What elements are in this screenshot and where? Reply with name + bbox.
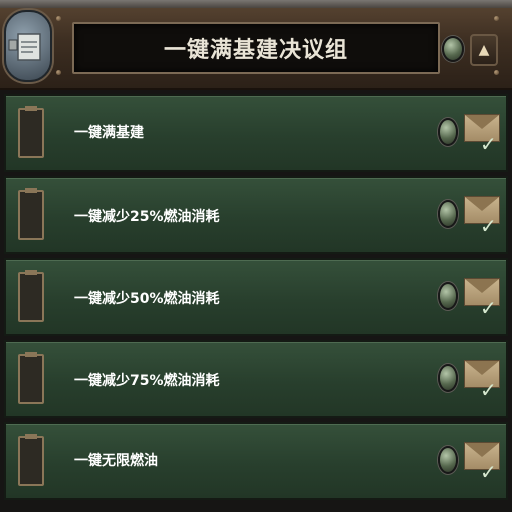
green-status-dot [442,36,464,62]
decision-label: 一键无限燃油 [74,453,158,469]
green-status-dot [438,118,458,146]
clipboard-icon [18,106,44,158]
rivet [494,16,499,21]
clipboard-icon [18,270,44,322]
group-title-box: 一键满基建决议组 [72,22,440,74]
check-icon: ✓ [480,296,497,320]
chevron-up-icon: ▲ [478,42,490,58]
decision-row[interactable]: 一键减少50%燃油消耗 ✓ [4,258,508,336]
clipboard-icon [18,352,44,404]
decision-label: 一键满基建 [74,125,144,141]
green-status-dot [438,200,458,228]
clipboard-icon [18,188,44,240]
decision-row[interactable]: 一键减少25%燃油消耗 ✓ [4,176,508,254]
check-icon: ✓ [480,132,497,156]
green-status-dot [438,282,458,310]
check-icon: ✓ [480,214,497,238]
green-status-dot [438,364,458,392]
rivet [56,70,61,75]
decision-category-icon [4,10,52,82]
header-top-trim [0,0,512,8]
decision-label: 一键减少25%燃油消耗 [74,209,220,225]
rivet [56,16,61,21]
check-icon: ✓ [480,378,497,402]
decision-row[interactable]: 一键减少75%燃油消耗 ✓ [4,340,508,418]
decision-label: 一键减少50%燃油消耗 [74,291,220,307]
decision-row[interactable]: 一键满基建 ✓ [4,94,508,172]
group-title: 一键满基建决议组 [163,38,348,63]
check-icon: ✓ [480,460,497,484]
rivet [494,70,499,75]
decision-label: 一键减少75%燃油消耗 [74,373,220,389]
decision-group-header: 一键满基建决议组 ▲ [0,0,512,90]
decision-row[interactable]: 一键无限燃油 ✓ [4,422,508,500]
collapse-button[interactable]: ▲ [470,34,498,66]
clipboard-icon [18,434,44,486]
green-status-dot [438,446,458,474]
